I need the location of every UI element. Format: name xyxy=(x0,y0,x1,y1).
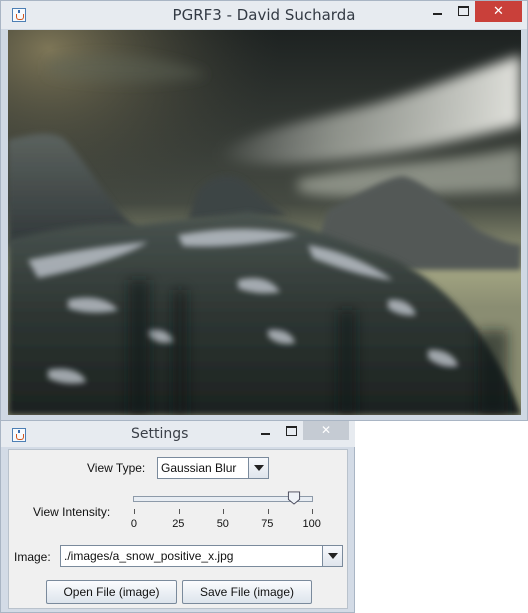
settings-panel: View Type: Gaussian Blur View Intensity:… xyxy=(8,449,348,609)
view-type-value: Gaussian Blur xyxy=(161,461,237,475)
image-label: Image: xyxy=(14,550,51,564)
image-path-value: ./images/a_snow_positive_x.jpg xyxy=(64,549,234,563)
slider-tick xyxy=(134,509,135,514)
close-button[interactable]: ✕ xyxy=(475,1,522,22)
slider-tick xyxy=(223,509,224,514)
view-intensity-slider-thumb[interactable] xyxy=(287,491,301,505)
close-button[interactable]: ✕ xyxy=(303,421,349,440)
slider-tick xyxy=(312,509,313,514)
view-intensity-slider-track[interactable] xyxy=(133,496,313,502)
chevron-down-icon[interactable] xyxy=(248,458,268,478)
main-window: PGRF3 - David Sucharda ✕ xyxy=(0,0,528,421)
view-type-label: View Type: xyxy=(87,461,146,475)
slider-tick-label: 100 xyxy=(302,518,321,530)
chevron-down-icon[interactable] xyxy=(322,546,342,566)
settings-window: Settings ✕ View Type: Gaussian Blur View… xyxy=(0,421,355,613)
terrain-render-image xyxy=(8,30,521,415)
minimize-icon[interactable] xyxy=(427,1,447,23)
view-intensity-label: View Intensity: xyxy=(33,505,111,519)
slider-tick xyxy=(178,509,180,514)
slider-tick-label: 25 xyxy=(172,518,185,530)
main-title-bar[interactable]: PGRF3 - David Sucharda ✕ xyxy=(1,1,527,29)
settings-title: Settings xyxy=(131,426,189,442)
maximize-icon[interactable] xyxy=(453,1,473,23)
minimize-icon[interactable] xyxy=(255,421,275,443)
open-file-button[interactable]: Open File (image) xyxy=(46,580,177,604)
slider-tick-label: 75 xyxy=(261,518,274,530)
maximize-icon[interactable] xyxy=(281,421,301,443)
slider-tick-label: 50 xyxy=(216,518,229,530)
slider-tick xyxy=(267,509,269,514)
settings-title-bar[interactable]: Settings ✕ xyxy=(1,421,355,447)
save-file-button[interactable]: Save File (image) xyxy=(182,580,312,604)
view-type-dropdown[interactable]: Gaussian Blur xyxy=(157,457,269,479)
render-viewport[interactable] xyxy=(8,30,521,415)
slider-tick-label: 0 xyxy=(130,518,137,530)
java-app-icon xyxy=(12,428,26,442)
image-dropdown[interactable]: ./images/a_snow_positive_x.jpg xyxy=(60,545,343,567)
window-title: PGRF3 - David Sucharda xyxy=(172,6,356,24)
